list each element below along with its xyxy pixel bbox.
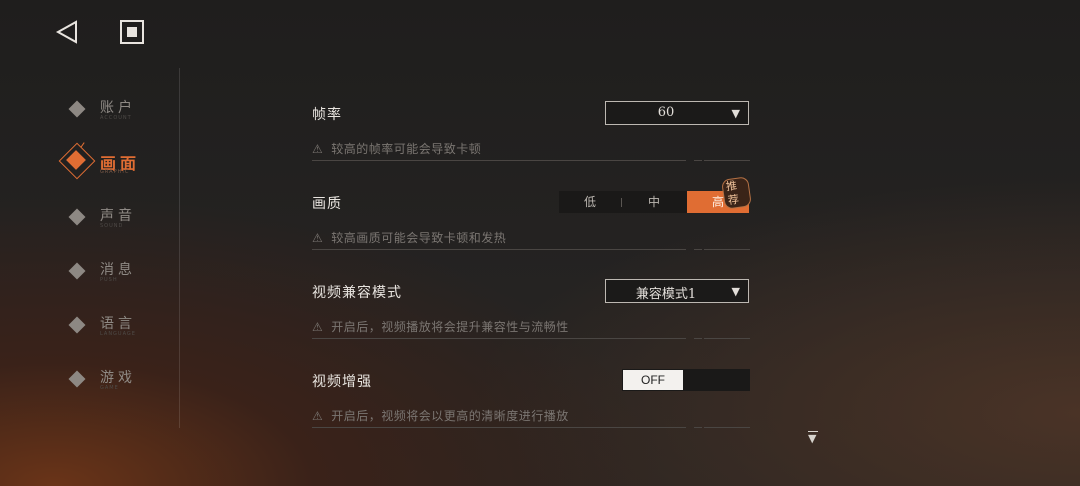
sidebar-item-sublabel: PUSH bbox=[100, 277, 118, 283]
warning-icon: ⚠ bbox=[312, 409, 324, 423]
diamond-icon bbox=[68, 100, 86, 118]
sidebar-item-account[interactable]: 账户 ACCOUNT bbox=[60, 88, 170, 142]
setting-hint: ⚠ 较高画质可能会导致卡顿和发热 bbox=[312, 229, 506, 246]
divider-line bbox=[694, 249, 702, 250]
setting-title: 画质 bbox=[312, 196, 342, 212]
dropdown-value: 60 bbox=[657, 105, 675, 120]
back-button[interactable] bbox=[52, 16, 84, 48]
divider-line bbox=[704, 427, 750, 428]
divider-line bbox=[312, 160, 686, 161]
setting-hint: ⚠ 开启后，视频播放将会提升兼容性与流畅性 bbox=[312, 318, 569, 335]
sidebar-item-sublabel: SOUND bbox=[100, 223, 124, 229]
dropdown-value: 兼容模式1 bbox=[635, 287, 697, 302]
tick-mark-icon bbox=[80, 142, 85, 148]
sidebar-item-language[interactable]: 语言 LANGUAGE bbox=[60, 304, 170, 358]
compat-mode-dropdown[interactable]: 兼容模式1 ▼ bbox=[605, 279, 749, 303]
setting-title: 视频增强 bbox=[312, 374, 372, 390]
hint-text: 较高的帧率可能会导致卡顿 bbox=[331, 142, 482, 156]
sidebar-item-label: 游戏 bbox=[100, 370, 136, 386]
divider-line bbox=[312, 338, 686, 339]
diamond-icon bbox=[68, 316, 86, 334]
scroll-bar-mark bbox=[808, 431, 818, 432]
toggle-off-state: OFF bbox=[623, 370, 683, 390]
sidebar-item-sublabel: GRAPHIC bbox=[100, 169, 130, 175]
warning-icon: ⚠ bbox=[312, 231, 324, 245]
separator bbox=[621, 198, 622, 207]
setting-title: 视频兼容模式 bbox=[312, 285, 402, 301]
sidebar-item-push[interactable]: 消息 PUSH bbox=[60, 250, 170, 304]
diamond-icon bbox=[68, 262, 86, 280]
scroll-down-icon[interactable]: ▼ bbox=[808, 431, 818, 445]
home-button[interactable] bbox=[116, 16, 148, 48]
divider-line bbox=[704, 338, 750, 339]
divider-line bbox=[694, 160, 702, 161]
setting-hint: ⚠ 较高的帧率可能会导致卡顿 bbox=[312, 140, 481, 157]
quality-option-low[interactable]: 低 bbox=[559, 191, 621, 213]
fps-dropdown[interactable]: 60 ▼ bbox=[605, 101, 749, 125]
settings-sidebar: 账户 ACCOUNT 画面 GRAPHIC 声音 SOUND 消息 PUSH 语… bbox=[58, 88, 170, 412]
hint-text: 较高画质可能会导致卡顿和发热 bbox=[331, 231, 507, 245]
hint-text: 开启后，视频将会以更高的清晰度进行播放 bbox=[331, 409, 569, 423]
hint-text: 开启后，视频播放将会提升兼容性与流畅性 bbox=[331, 320, 569, 334]
divider-line bbox=[704, 160, 750, 161]
warning-icon: ⚠ bbox=[312, 320, 324, 334]
stop-square-icon bbox=[120, 20, 144, 44]
sidebar-item-label: 语言 bbox=[100, 316, 136, 332]
divider-line bbox=[312, 427, 686, 428]
recommended-badge: 推荐 bbox=[721, 176, 752, 210]
sidebar-item-sound[interactable]: 声音 SOUND bbox=[60, 196, 170, 250]
setting-title: 帧率 bbox=[312, 107, 342, 123]
divider-line bbox=[312, 249, 686, 250]
sidebar-item-graphic[interactable]: 画面 GRAPHIC bbox=[58, 142, 170, 196]
quality-option-mid[interactable]: 中 bbox=[623, 191, 685, 213]
warning-icon: ⚠ bbox=[312, 142, 324, 156]
divider-line bbox=[704, 249, 750, 250]
diamond-icon bbox=[68, 208, 86, 226]
video-enhance-toggle[interactable]: OFF bbox=[622, 369, 750, 391]
diamond-icon bbox=[68, 370, 86, 388]
sidebar-item-label: 声音 bbox=[100, 208, 136, 224]
sidebar-item-label: 账户 bbox=[100, 100, 136, 116]
divider-line bbox=[694, 427, 702, 428]
sidebar-item-sublabel: GAME bbox=[100, 385, 119, 391]
quality-selector: 低 中 高 bbox=[559, 191, 749, 213]
caret-down-icon: ▼ bbox=[731, 285, 740, 298]
caret-down-icon: ▼ bbox=[731, 107, 740, 120]
setting-hint: ⚠ 开启后，视频将会以更高的清晰度进行播放 bbox=[312, 407, 569, 424]
back-triangle-icon bbox=[55, 20, 77, 44]
sidebar-item-game[interactable]: 游戏 GAME bbox=[60, 358, 170, 412]
sidebar-item-sublabel: ACCOUNT bbox=[100, 115, 132, 121]
divider-line bbox=[694, 338, 702, 339]
sidebar-item-sublabel: LANGUAGE bbox=[100, 331, 136, 337]
sidebar-divider bbox=[179, 68, 180, 428]
sidebar-item-label: 消息 bbox=[100, 262, 136, 278]
